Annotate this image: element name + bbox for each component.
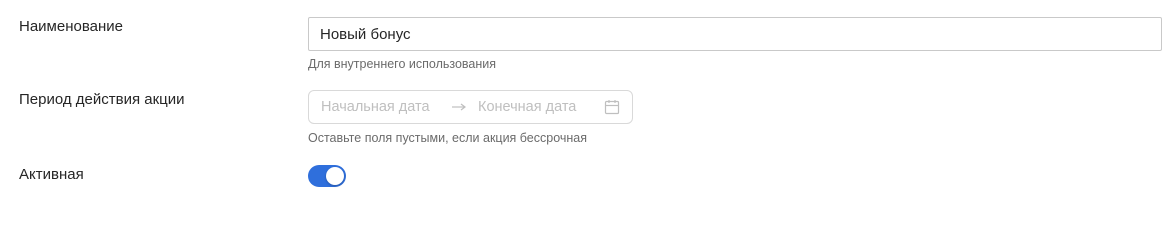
- bonus-form: Наименование Для внутреннего использован…: [0, 0, 1173, 204]
- arrow-right-icon: [447, 102, 470, 112]
- active-control: [308, 165, 346, 187]
- period-hint: Оставьте поля пустыми, если акция бессро…: [308, 131, 588, 145]
- start-date-input[interactable]: [321, 99, 447, 115]
- name-row: Наименование Для внутреннего использован…: [0, 0, 1173, 80]
- active-toggle[interactable]: [308, 165, 346, 187]
- name-label: Наименование: [19, 18, 123, 35]
- end-date-input[interactable]: [478, 99, 604, 115]
- calendar-icon[interactable]: [604, 99, 620, 115]
- period-row: Период действия акции Начальная дата Кон…: [0, 80, 1173, 150]
- toggle-knob: [326, 167, 344, 185]
- date-range-picker[interactable]: [308, 90, 633, 124]
- name-input[interactable]: [308, 17, 1162, 51]
- active-row: Активная: [0, 150, 1173, 204]
- period-control: Оставьте поля пустыми, если акция бессро…: [308, 90, 633, 146]
- period-label: Период действия акции: [19, 91, 185, 108]
- name-control: Для внутреннего использования: [308, 17, 1162, 72]
- active-label: Активная: [19, 166, 84, 183]
- name-hint: Для внутреннего использования: [308, 57, 497, 71]
